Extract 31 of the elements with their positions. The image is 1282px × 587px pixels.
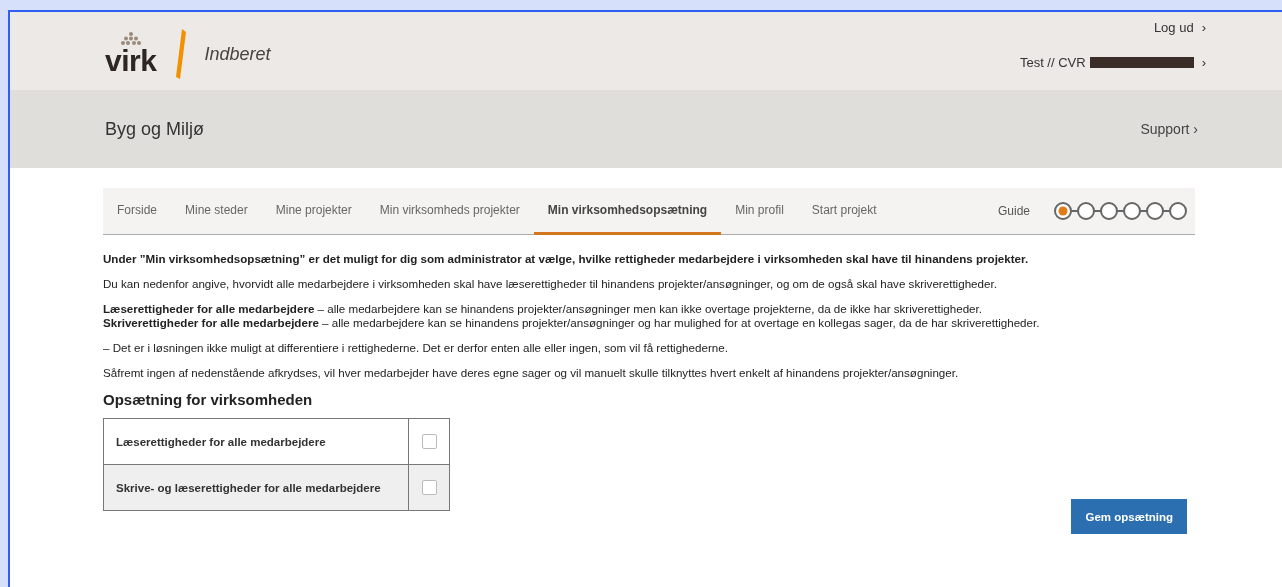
save-button[interactable]: Gem opsætning	[1071, 499, 1187, 534]
paragraph: Læserettigheder for alle medarbejdere – alle medarbejdere kan se hinandens projekter/ansøgninger men kan ikke overtage projekterne, da de ikke har skriverettigheder.	[103, 302, 983, 316]
service-name: Indberet	[204, 43, 271, 65]
nav-tab[interactable]: Start projekt	[797, 188, 891, 235]
nav-tab[interactable]: Mine steder	[171, 188, 262, 235]
crown-icon	[119, 32, 142, 46]
checkbox[interactable]	[421, 434, 437, 449]
nav-tab[interactable]: Min profil	[721, 188, 798, 235]
paragraph: Såfremt ingen af nedenstående afkrydses, vil hver medarbejder have deres egne sager og vil manuelt skulle tilknyttes hvert enkelt af hinandens projekter/ansøgninger.	[103, 366, 960, 380]
logout-link[interactable]: Log ud	[1153, 20, 1194, 35]
paragraph: Skriverettigheder for alle medarbejdere – alle medarbejdere kan se hinandens projekter/ansøgninger og har mulighed for at overtage en kollegas sager, da de har skriverettigheder.	[103, 316, 1041, 330]
section-title: Byg og Miljø	[105, 118, 205, 140]
nav-tab[interactable]: Min virksomheds projekter	[365, 188, 534, 235]
paragraph: Du kan nedenfor angive, hvorvidt alle medarbejdere i virksomheden skal have læserettigheder til hinandens projekter/ansøgninger, og om de også skal have skriverettigheder.	[103, 277, 998, 291]
paragraph: Under ”Min virksomhedsopsætning” er det muligt for dig som administrator at vælge, hvilke rettigheder medarbejdere i virksomheden skal have til hinandens projekter.	[103, 252, 1030, 266]
nav-tab[interactable]: Mine projekter	[261, 188, 366, 235]
nav-tab[interactable]: Forside	[117, 188, 171, 235]
settings-heading: Opsætning for virksomheden	[103, 391, 314, 408]
paragraph: – Det er i løsningen ikke muligt at differentiere i rettighederne. Det er derfor enten alle eller ingen, som vil få rettighederne.	[103, 341, 729, 355]
chevron-icon: ›	[1201, 55, 1206, 70]
user-link[interactable]: Test // CVR	[1019, 55, 1086, 70]
checkbox[interactable]	[421, 480, 437, 495]
chevron-icon: ›	[1201, 20, 1206, 35]
table-cell: Skrive- og læserettigheder for alle medarbejdere	[103, 464, 409, 511]
slash-icon	[176, 29, 187, 79]
guide-label: Guide	[997, 204, 1030, 218]
nav-tab[interactable]: Min virksomhedsopsætning	[533, 188, 722, 235]
table-cell: Læserettigheder for alle medarbejdere	[103, 418, 409, 465]
support-link[interactable]: Support ›	[1140, 121, 1198, 137]
guide-stepper[interactable]	[1054, 201, 1187, 221]
logo-text: virk	[105, 46, 157, 76]
